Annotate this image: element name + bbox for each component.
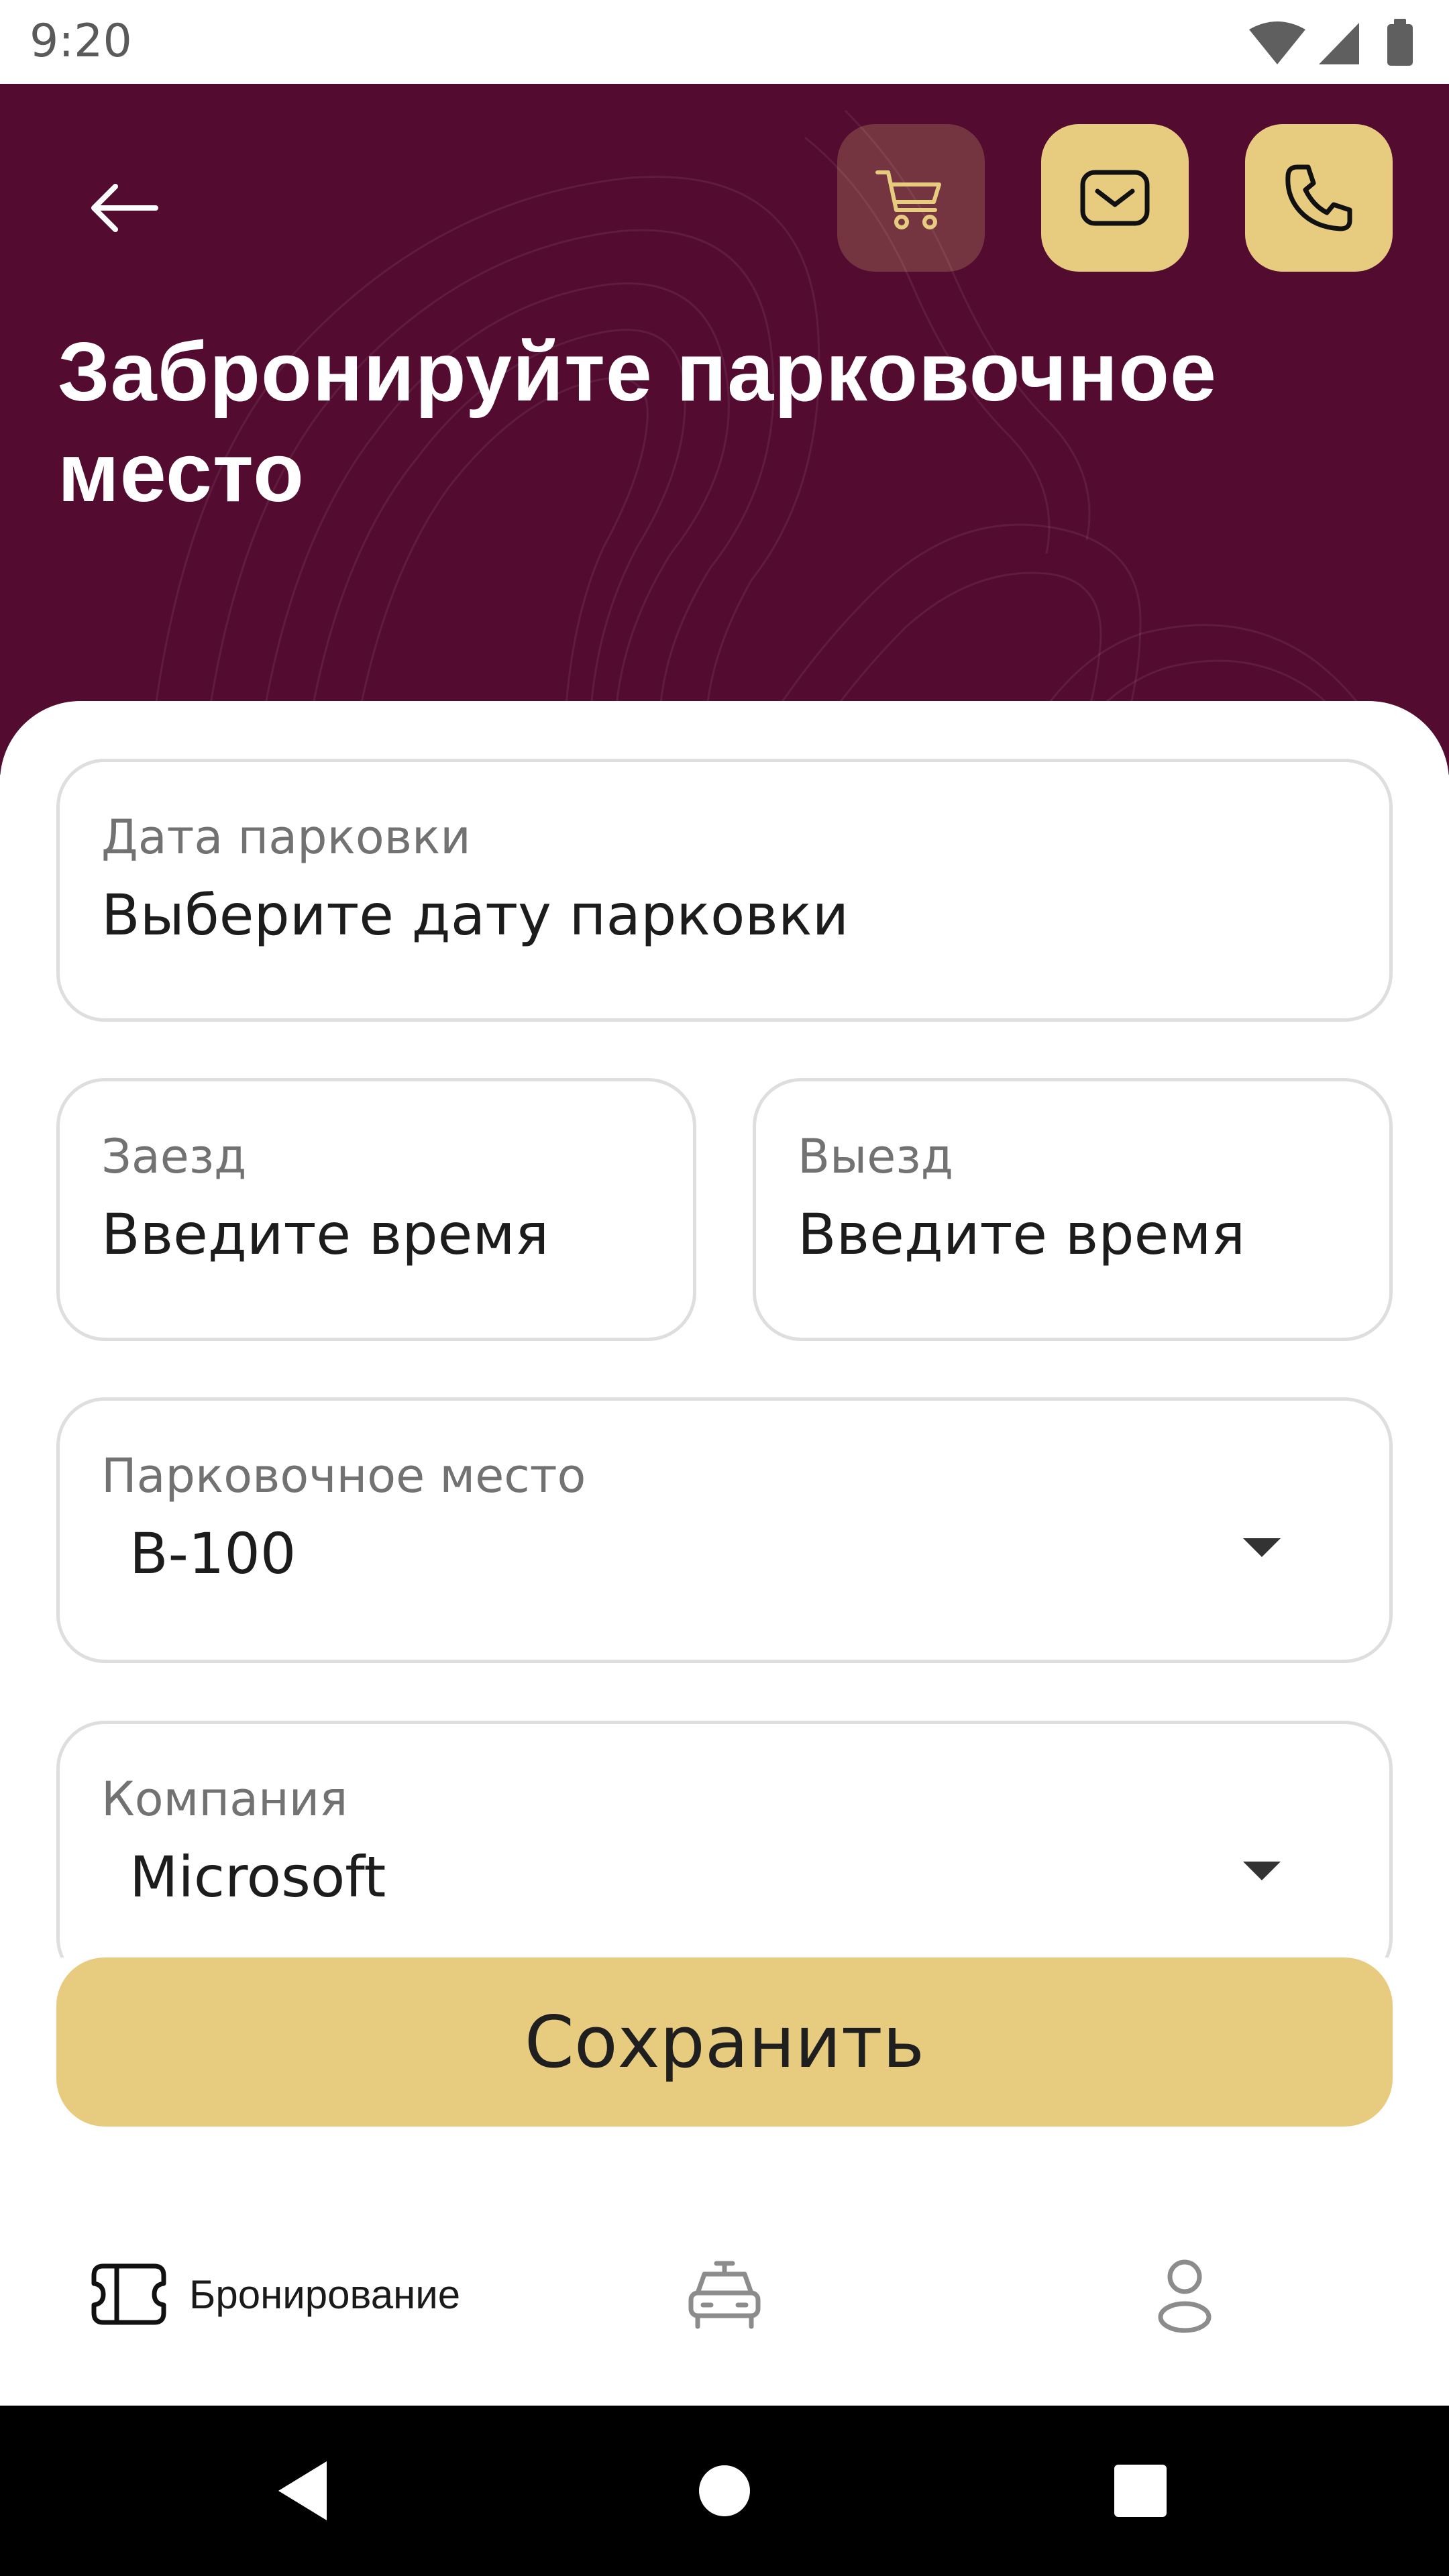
recents-square-icon [1114,2465,1167,2517]
check-in-field[interactable]: Заезд Введите время [56,1078,696,1341]
check-out-field[interactable]: Выезд Введите время [753,1078,1393,1341]
system-back-button[interactable] [236,2406,370,2576]
form-card: Дата парковки Выберите дату парковки Зае… [0,701,1449,2405]
system-recents-button[interactable] [1073,2406,1208,2576]
parking-date-label: Дата парковки [101,810,471,865]
system-nav-bar [0,2406,1449,2576]
chevron-down-icon[interactable] [1243,1862,1281,1880]
nav-item-parking[interactable] [684,2207,765,2381]
phone-button[interactable] [1245,124,1393,272]
parking-date-placeholder: Выберите дату парковки [101,882,849,948]
company-label: Компания [101,1772,348,1827]
car-icon [688,2261,761,2329]
check-in-label: Заезд [101,1129,247,1184]
mail-button[interactable] [1041,124,1189,272]
status-bar: 9:20 [0,0,1449,84]
check-out-label: Выезд [798,1129,953,1184]
system-home-button[interactable] [657,2406,792,2576]
battery-icon [1387,19,1413,66]
check-out-placeholder: Введите время [798,1201,1246,1267]
nav-item-booking[interactable]: Бронирование [89,2207,460,2381]
back-arrow-icon [91,184,158,232]
screen: 9:20 Забронируйте парковочное место Дата… [0,0,1449,2576]
nav-label-booking: Бронирование [189,2271,461,2317]
back-triangle-icon [278,2461,327,2520]
nav-item-profile[interactable] [1151,2207,1218,2381]
status-time: 9:20 [30,15,132,68]
cart-icon [875,170,941,229]
cellular-icon [1319,23,1359,64]
save-button-label: Сохранить [524,2000,925,2084]
header: Забронируйте парковочное место [0,84,1449,775]
cart-button[interactable] [837,124,985,272]
ticket-icon [91,2263,166,2325]
parking-spot-value: B-100 [129,1521,297,1587]
bottom-nav: Бронирование [0,2207,1449,2381]
status-icons [1249,19,1413,66]
check-in-placeholder: Введите время [101,1201,549,1267]
profile-icon [1158,2259,1212,2333]
chevron-down-icon[interactable] [1243,1538,1281,1557]
company-select[interactable]: Компания Microsoft [56,1721,1393,1957]
parking-date-field[interactable]: Дата парковки Выберите дату парковки [56,759,1393,1022]
mail-icon [1080,170,1150,226]
wifi-icon [1249,21,1305,64]
home-circle-icon [699,2465,750,2516]
form-scroll-area[interactable]: Дата парковки Выберите дату парковки Зае… [0,701,1449,1957]
page-title: Забронируйте парковочное место [58,326,1217,519]
save-button[interactable]: Сохранить [56,1957,1393,2127]
back-button[interactable] [74,158,174,258]
parking-spot-select[interactable]: Парковочное место B-100 [56,1397,1393,1663]
phone-icon [1285,164,1352,231]
company-value: Microsoft [129,1844,386,1910]
parking-spot-label: Парковочное место [101,1448,586,1503]
